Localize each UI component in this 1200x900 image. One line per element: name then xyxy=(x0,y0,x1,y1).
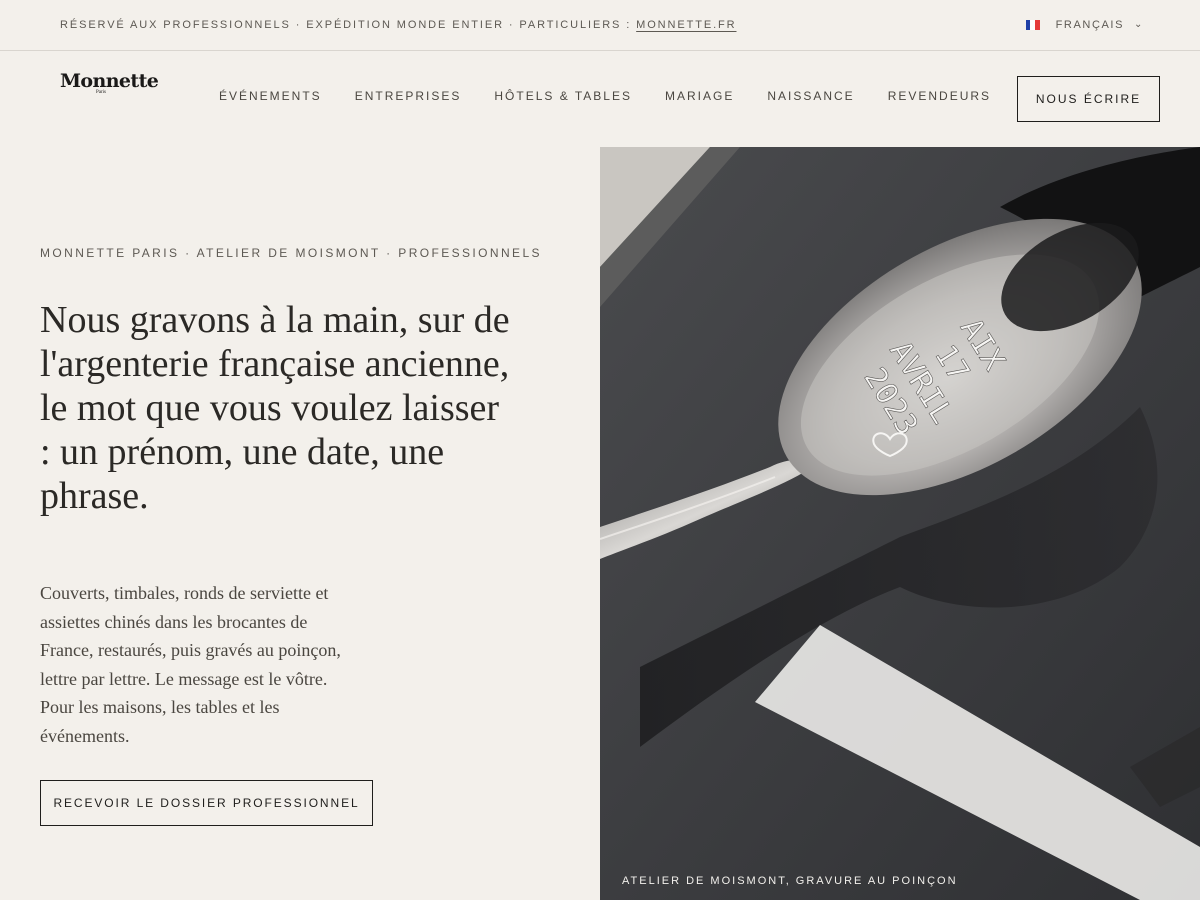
logo-wordmark: Monnette xyxy=(60,70,159,92)
spoon-photo: AIX 17 AVRIL 2023 xyxy=(600,147,1200,900)
language-selector[interactable]: FRANÇAIS ⌄ xyxy=(1025,18,1144,31)
hero-body: Couverts, timbales, ronds de serviette e… xyxy=(40,583,341,746)
chevron-down-icon: ⌄ xyxy=(1134,18,1144,30)
nav-item-revendeurs[interactable]: REVENDEURS xyxy=(888,89,991,103)
logo[interactable]: Monnette Paris xyxy=(60,70,159,95)
site-header: Monnette Paris ÉVÉNEMENTS ENTREPRISES HÔ… xyxy=(0,51,1200,147)
hero-eyebrow: MONNETTE PARIS · ATELIER DE MOISMONT · P… xyxy=(40,246,542,260)
announcement-message: RÉSERVÉ AUX PROFESSIONNELS · EXPÉDITION … xyxy=(60,19,637,31)
particuliers-link[interactable]: MONNETTE.FR xyxy=(636,19,736,31)
request-pro-dossier-button[interactable]: RECEVOIR LE DOSSIER PROFESSIONNEL xyxy=(40,780,373,826)
image-caption: ATELIER DE MOISMONT, GRAVURE AU POINÇON xyxy=(622,875,958,887)
contact-button[interactable]: NOUS ÉCRIRE xyxy=(1017,76,1160,122)
announcement-text: RÉSERVÉ AUX PROFESSIONNELS · EXPÉDITION … xyxy=(60,19,737,31)
announcement-bar: RÉSERVÉ AUX PROFESSIONNELS · EXPÉDITION … xyxy=(0,0,1200,51)
language-label: FRANÇAIS xyxy=(1055,19,1125,31)
nav-item-mariage[interactable]: MARIAGE xyxy=(665,89,734,103)
nav-item-entreprises[interactable]: ENTREPRISES xyxy=(355,89,462,103)
nav-item-evenements[interactable]: ÉVÉNEMENTS xyxy=(219,89,322,103)
nav-item-hotels-tables[interactable]: HÔTELS & TABLES xyxy=(494,89,632,103)
hero-image: AIX 17 AVRIL 2023 ATELIER DE MOISMONT, G… xyxy=(600,147,1200,900)
hero-headline: Nous gravons à la main, sur de l'argente… xyxy=(40,299,510,517)
flag-stripe-red xyxy=(1034,20,1040,30)
french-flag-icon xyxy=(1025,20,1040,30)
nav-item-naissance[interactable]: NAISSANCE xyxy=(767,89,854,103)
main-nav: ÉVÉNEMENTS ENTREPRISES HÔTELS & TABLES M… xyxy=(219,89,991,103)
